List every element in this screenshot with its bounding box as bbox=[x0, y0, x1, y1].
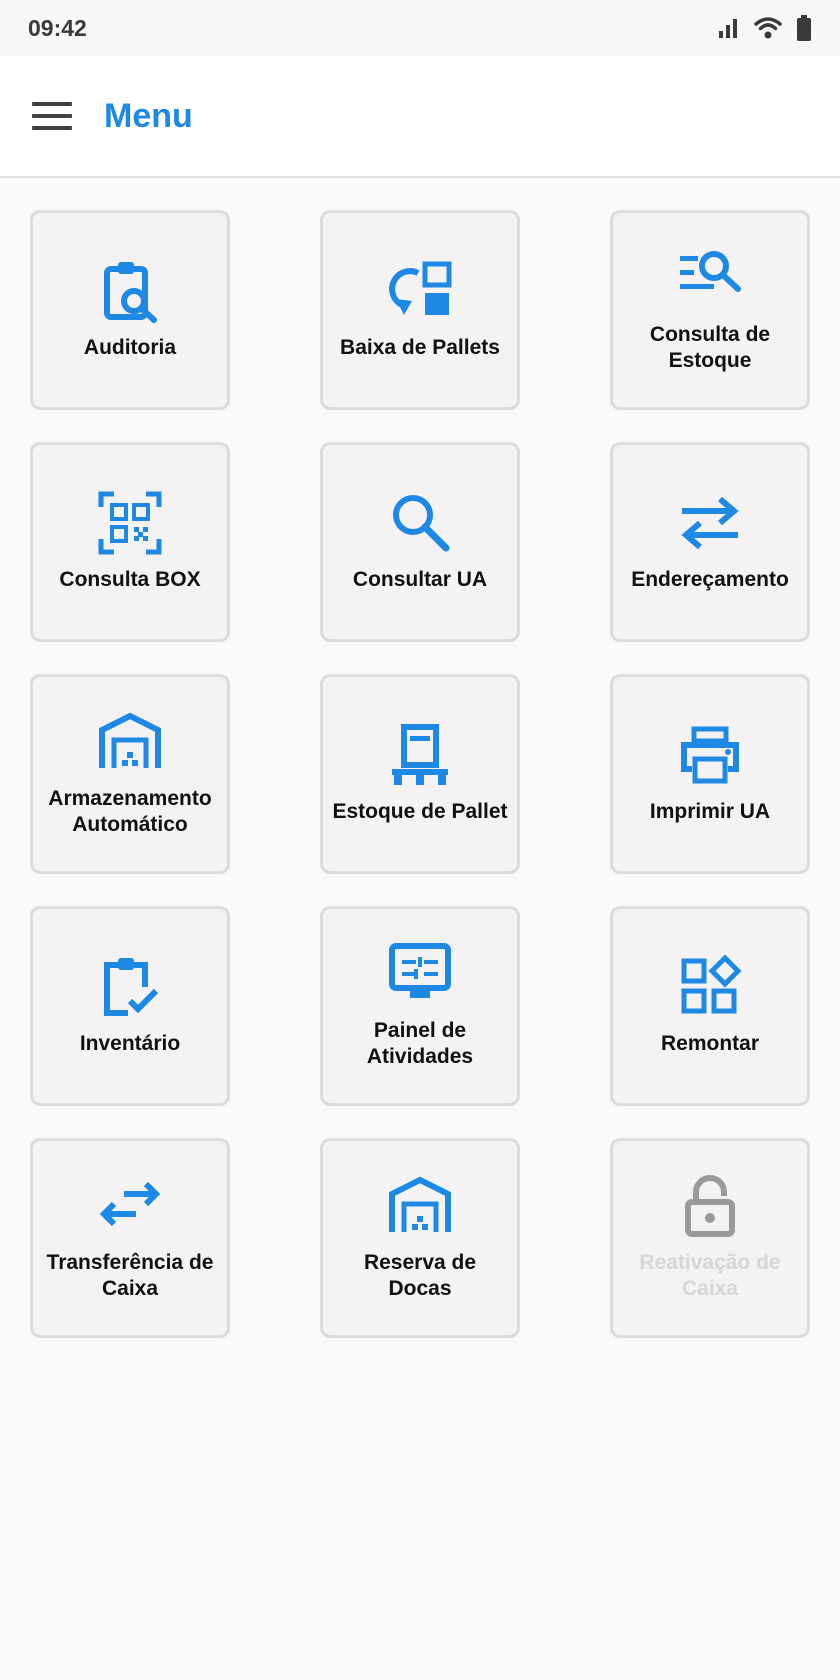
list-search-icon bbox=[678, 246, 742, 310]
menu-tile-painel-de-atividades[interactable]: Painel de Atividades bbox=[320, 906, 520, 1106]
swap-horizontal-icon bbox=[678, 491, 742, 555]
menu-tile-consulta-de-estoque[interactable]: Consulta de Estoque bbox=[610, 210, 810, 410]
activity-monitor-icon bbox=[388, 942, 452, 1006]
clipboard-check-icon bbox=[98, 955, 162, 1019]
menu-tile-armazenamento-automatico[interactable]: Armazenamento Automático bbox=[30, 674, 230, 874]
menu-tile-consultar-ua[interactable]: Consultar UA bbox=[320, 442, 520, 642]
menu-tile-imprimir-ua[interactable]: Imprimir UA bbox=[610, 674, 810, 874]
app-bar: Menu bbox=[0, 56, 840, 178]
status-icons bbox=[716, 15, 812, 41]
search-icon bbox=[388, 491, 452, 555]
menu-tile-label: Painel de Atividades bbox=[366, 1019, 474, 1068]
menu-tile-label: Imprimir UA bbox=[649, 800, 771, 823]
pallet-box-icon bbox=[388, 723, 452, 787]
menu-tile-label: Baixa de Pallets bbox=[340, 336, 500, 359]
menu-tile-baixa-de-pallets[interactable]: Baixa de Pallets bbox=[320, 210, 520, 410]
menu-tile-reativacao-de-caixa: Reativação de Caixa bbox=[610, 1138, 810, 1338]
dock-warehouse-icon bbox=[388, 1174, 452, 1238]
transfer-arrows-icon bbox=[98, 1174, 162, 1238]
signal-icon bbox=[719, 19, 737, 38]
menu-tile-enderecamento[interactable]: Endereçamento bbox=[610, 442, 810, 642]
menu-tile-label: Auditoria bbox=[83, 336, 177, 359]
menu-tile-label: Consulta de Estoque bbox=[649, 323, 771, 372]
warehouse-icon bbox=[98, 710, 162, 774]
menu-tile-label: Reserva de Docas bbox=[363, 1251, 477, 1300]
menu-tile-consulta-box[interactable]: Consulta BOX bbox=[30, 442, 230, 642]
clipboard-search-icon bbox=[98, 259, 162, 323]
page-title: Menu bbox=[104, 96, 193, 135]
menu-tile-label: Armazenamento Automático bbox=[48, 787, 212, 836]
pallet-return-icon bbox=[388, 259, 452, 323]
menu-tile-transferencia-de-caixa[interactable]: Transferência de Caixa bbox=[30, 1138, 230, 1338]
menu-tile-label: Inventário bbox=[79, 1032, 181, 1055]
menu-tile-label: Consultar UA bbox=[352, 568, 488, 591]
menu-tile-estoque-de-pallet[interactable]: Estoque de Pallet bbox=[320, 674, 520, 874]
qr-scan-icon bbox=[98, 491, 162, 555]
status-bar: 09:42 bbox=[0, 0, 840, 56]
menu-tile-label: Estoque de Pallet bbox=[332, 800, 508, 823]
lock-open-icon bbox=[678, 1174, 742, 1238]
menu-tile-auditoria[interactable]: Auditoria bbox=[30, 210, 230, 410]
menu-tile-label: Transferência de Caixa bbox=[46, 1251, 214, 1300]
menu-tile-label: Consulta BOX bbox=[59, 568, 201, 591]
widgets-icon bbox=[678, 955, 742, 1019]
menu-tile-inventario[interactable]: Inventário bbox=[30, 906, 230, 1106]
menu-tile-remontar[interactable]: Remontar bbox=[610, 906, 810, 1106]
menu-tile-reserva-de-docas[interactable]: Reserva de Docas bbox=[320, 1138, 520, 1338]
wifi-icon bbox=[754, 17, 782, 39]
battery-icon bbox=[797, 15, 811, 41]
menu-tile-label: Endereçamento bbox=[631, 568, 789, 591]
printer-icon bbox=[678, 723, 742, 787]
menu-tile-label: Remontar bbox=[660, 1032, 760, 1055]
menu-tile-label: Reativação de Caixa bbox=[639, 1251, 781, 1300]
menu-icon[interactable] bbox=[32, 102, 72, 130]
status-time: 09:42 bbox=[28, 14, 87, 41]
